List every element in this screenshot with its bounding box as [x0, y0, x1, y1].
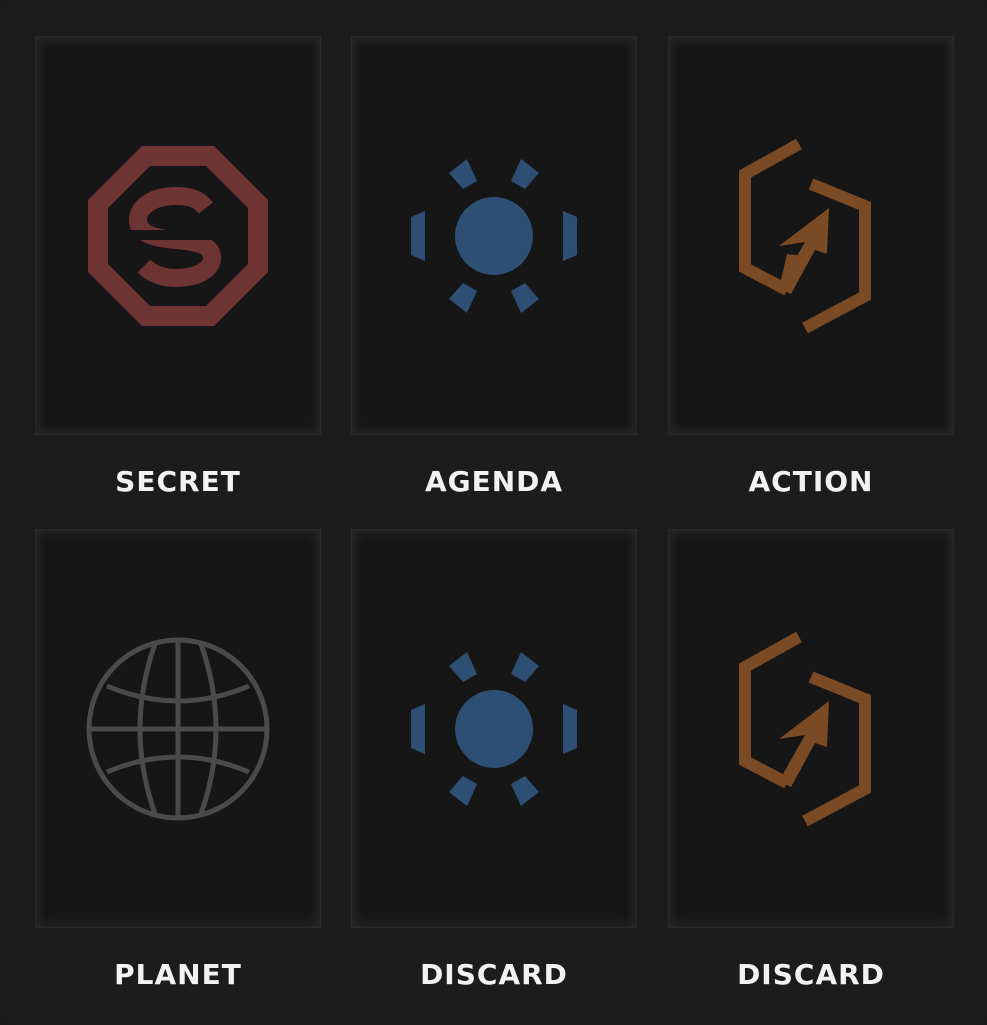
- agenda-icon: [411, 158, 577, 313]
- secret-deck-card[interactable]: [35, 36, 321, 435]
- deck-planet: PLANET: [35, 529, 321, 992]
- deck-action: ACTION: [668, 36, 954, 499]
- action-deck-card[interactable]: [668, 36, 954, 435]
- agenda-discard-card[interactable]: [351, 529, 637, 928]
- secret-objective-icon: [88, 145, 268, 326]
- agenda-discard-label: DISCARD: [420, 958, 568, 991]
- action-icon: [739, 138, 871, 333]
- agenda-deck-label: AGENDA: [424, 465, 564, 498]
- agenda-deck-card[interactable]: [351, 36, 637, 435]
- action-discard-label: DISCARD: [737, 958, 885, 991]
- deck-panel: SECRET AGENDA ACTION PLANET DISCARD DISC…: [0, 0, 987, 1025]
- deck-agenda: AGENDA: [351, 36, 637, 499]
- planet-deck-card[interactable]: [35, 529, 321, 928]
- deck-agenda-discard: DISCARD: [351, 529, 637, 992]
- planet-globe-icon: [86, 637, 270, 820]
- action-deck-label: ACTION: [748, 465, 874, 498]
- action-icon: [739, 631, 871, 826]
- secret-deck-label: SECRET: [115, 465, 241, 498]
- deck-action-discard: DISCARD: [668, 529, 954, 992]
- deck-secret: SECRET: [35, 36, 321, 499]
- action-discard-card[interactable]: [668, 529, 954, 928]
- agenda-icon: [411, 651, 577, 806]
- planet-deck-label: PLANET: [114, 958, 242, 991]
